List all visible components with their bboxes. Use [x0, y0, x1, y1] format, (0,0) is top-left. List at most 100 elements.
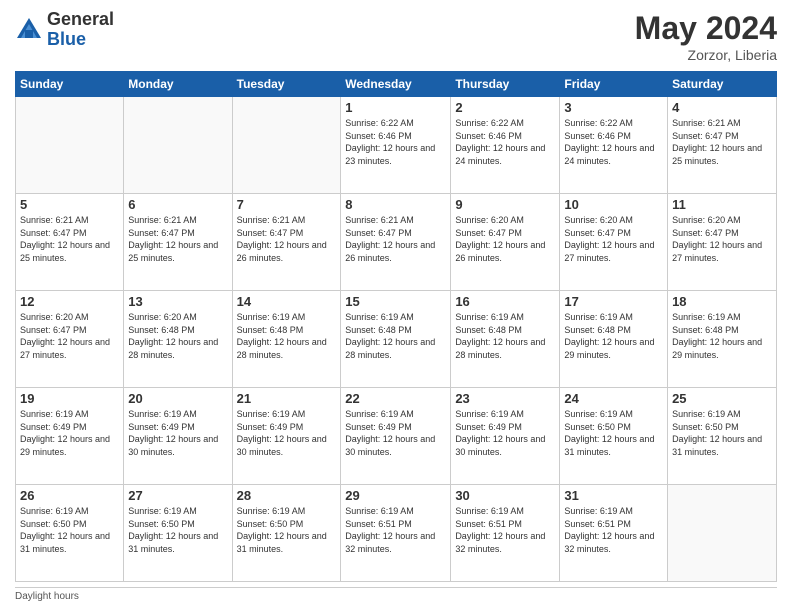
day-number: 28: [237, 488, 337, 503]
calendar-day-cell: 19 Sunrise: 6:19 AM Sunset: 6:49 PM Dayli…: [16, 388, 124, 485]
calendar-week-row: 26Sunrise: 6:19 AM Sunset: 6:50 PM Dayli…: [16, 485, 777, 582]
day-number: 20: [128, 391, 227, 406]
day-number: 6: [128, 197, 227, 212]
month-year-title: May 2024: [635, 10, 777, 47]
day-info: Sunrise: 6:19 AM Sunset: 6:51 PM Dayligh…: [564, 505, 663, 555]
day-info: Sunrise: 6:20 AM Sunset: 6:47 PM Dayligh…: [564, 214, 663, 264]
calendar-day-cell: 5 Sunrise: 6:21 AM Sunset: 6:47 PM Daylig…: [16, 194, 124, 291]
day-info: Sunrise: 6:21 AM Sunset: 6:47 PM Dayligh…: [672, 117, 772, 167]
calendar-day-cell: 17Sunrise: 6:19 AM Sunset: 6:48 PM Dayli…: [560, 291, 668, 388]
day-number: 16: [455, 294, 555, 309]
day-info: Sunrise: 6:19 AM Sunset: 6:51 PM Dayligh…: [345, 505, 446, 555]
calendar-day-cell: 3 Sunrise: 6:22 AM Sunset: 6:46 PM Daylig…: [560, 97, 668, 194]
calendar-week-row: 19 Sunrise: 6:19 AM Sunset: 6:49 PM Dayli…: [16, 388, 777, 485]
calendar-day-cell: 14 Sunrise: 6:19 AM Sunset: 6:48 PM Dayli…: [232, 291, 341, 388]
calendar-day-cell: 25 Sunrise: 6:19 AM Sunset: 6:50 PM Dayli…: [668, 388, 777, 485]
logo: General Blue: [15, 10, 114, 50]
calendar-day-header: Friday: [560, 72, 668, 97]
calendar-day-cell: 13 Sunrise: 6:20 AM Sunset: 6:48 PM Dayli…: [124, 291, 232, 388]
day-info: Sunrise: 6:19 AM Sunset: 6:48 PM Dayligh…: [455, 311, 555, 361]
calendar-day-cell: [124, 97, 232, 194]
day-info: Sunrise: 6:19 AM Sunset: 6:48 PM Dayligh…: [237, 311, 337, 361]
day-number: 13: [128, 294, 227, 309]
page: General Blue May 2024 Zorzor, Liberia Su…: [0, 0, 792, 612]
day-number: 7: [237, 197, 337, 212]
day-number: 2: [455, 100, 555, 115]
calendar-day-header: Sunday: [16, 72, 124, 97]
day-info: Sunrise: 6:19 AM Sunset: 6:50 PM Dayligh…: [564, 408, 663, 458]
day-number: 14: [237, 294, 337, 309]
day-info: Sunrise: 6:20 AM Sunset: 6:47 PM Dayligh…: [672, 214, 772, 264]
calendar-day-header: Tuesday: [232, 72, 341, 97]
calendar-day-cell: 4 Sunrise: 6:21 AM Sunset: 6:47 PM Daylig…: [668, 97, 777, 194]
footer: Daylight hours: [15, 587, 777, 602]
day-info: Sunrise: 6:19 AM Sunset: 6:49 PM Dayligh…: [237, 408, 337, 458]
calendar-table: SundayMondayTuesdayWednesdayThursdayFrid…: [15, 71, 777, 582]
day-info: Sunrise: 6:21 AM Sunset: 6:47 PM Dayligh…: [237, 214, 337, 264]
calendar-week-row: 5 Sunrise: 6:21 AM Sunset: 6:47 PM Daylig…: [16, 194, 777, 291]
calendar-day-header: Saturday: [668, 72, 777, 97]
day-number: 23: [455, 391, 555, 406]
logo-blue-text: Blue: [47, 30, 114, 50]
title-block: May 2024 Zorzor, Liberia: [635, 10, 777, 63]
header: General Blue May 2024 Zorzor, Liberia: [15, 10, 777, 63]
calendar-day-cell: 8 Sunrise: 6:21 AM Sunset: 6:47 PM Daylig…: [341, 194, 451, 291]
calendar-day-cell: 12 Sunrise: 6:20 AM Sunset: 6:47 PM Dayli…: [16, 291, 124, 388]
calendar-day-cell: 31Sunrise: 6:19 AM Sunset: 6:51 PM Dayli…: [560, 485, 668, 582]
day-number: 1: [345, 100, 446, 115]
day-info: Sunrise: 6:21 AM Sunset: 6:47 PM Dayligh…: [345, 214, 446, 264]
day-number: 12: [20, 294, 119, 309]
calendar-day-cell: 2 Sunrise: 6:22 AM Sunset: 6:46 PM Daylig…: [451, 97, 560, 194]
calendar-day-cell: 23Sunrise: 6:19 AM Sunset: 6:49 PM Dayli…: [451, 388, 560, 485]
day-info: Sunrise: 6:19 AM Sunset: 6:50 PM Dayligh…: [237, 505, 337, 555]
day-info: Sunrise: 6:19 AM Sunset: 6:49 PM Dayligh…: [128, 408, 227, 458]
day-info: Sunrise: 6:21 AM Sunset: 6:47 PM Dayligh…: [20, 214, 119, 264]
calendar-day-header: Monday: [124, 72, 232, 97]
day-number: 15: [345, 294, 446, 309]
calendar-week-row: 1 Sunrise: 6:22 AM Sunset: 6:46 PM Daylig…: [16, 97, 777, 194]
calendar-day-cell: 15Sunrise: 6:19 AM Sunset: 6:48 PM Dayli…: [341, 291, 451, 388]
day-number: 27: [128, 488, 227, 503]
day-info: Sunrise: 6:19 AM Sunset: 6:49 PM Dayligh…: [345, 408, 446, 458]
day-number: 29: [345, 488, 446, 503]
calendar-day-cell: 26Sunrise: 6:19 AM Sunset: 6:50 PM Dayli…: [16, 485, 124, 582]
calendar-day-cell: 6 Sunrise: 6:21 AM Sunset: 6:47 PM Daylig…: [124, 194, 232, 291]
calendar-day-header: Thursday: [451, 72, 560, 97]
day-number: 5: [20, 197, 119, 212]
day-info: Sunrise: 6:19 AM Sunset: 6:50 PM Dayligh…: [20, 505, 119, 555]
calendar-day-cell: [16, 97, 124, 194]
calendar-day-cell: 20 Sunrise: 6:19 AM Sunset: 6:49 PM Dayli…: [124, 388, 232, 485]
day-number: 10: [564, 197, 663, 212]
logo-text: General Blue: [47, 10, 114, 50]
calendar-day-cell: 11 Sunrise: 6:20 AM Sunset: 6:47 PM Dayli…: [668, 194, 777, 291]
calendar-header-row: SundayMondayTuesdayWednesdayThursdayFrid…: [16, 72, 777, 97]
calendar-day-cell: 24Sunrise: 6:19 AM Sunset: 6:50 PM Dayli…: [560, 388, 668, 485]
logo-general-text: General: [47, 10, 114, 30]
calendar-day-cell: 9Sunrise: 6:20 AM Sunset: 6:47 PM Daylig…: [451, 194, 560, 291]
day-info: Sunrise: 6:22 AM Sunset: 6:46 PM Dayligh…: [345, 117, 446, 167]
calendar-day-cell: [668, 485, 777, 582]
calendar-day-cell: 1 Sunrise: 6:22 AM Sunset: 6:46 PM Daylig…: [341, 97, 451, 194]
day-info: Sunrise: 6:19 AM Sunset: 6:50 PM Dayligh…: [672, 408, 772, 458]
day-info: Sunrise: 6:22 AM Sunset: 6:46 PM Dayligh…: [564, 117, 663, 167]
calendar-day-cell: 21Sunrise: 6:19 AM Sunset: 6:49 PM Dayli…: [232, 388, 341, 485]
calendar-week-row: 12 Sunrise: 6:20 AM Sunset: 6:47 PM Dayli…: [16, 291, 777, 388]
day-number: 18: [672, 294, 772, 309]
day-number: 19: [20, 391, 119, 406]
day-number: 25: [672, 391, 772, 406]
day-info: Sunrise: 6:19 AM Sunset: 6:50 PM Dayligh…: [128, 505, 227, 555]
day-info: Sunrise: 6:21 AM Sunset: 6:47 PM Dayligh…: [128, 214, 227, 264]
day-number: 8: [345, 197, 446, 212]
day-number: 4: [672, 100, 772, 115]
day-info: Sunrise: 6:19 AM Sunset: 6:48 PM Dayligh…: [564, 311, 663, 361]
logo-icon: [15, 16, 43, 44]
day-info: Sunrise: 6:22 AM Sunset: 6:46 PM Dayligh…: [455, 117, 555, 167]
day-info: Sunrise: 6:19 AM Sunset: 6:49 PM Dayligh…: [20, 408, 119, 458]
calendar-day-cell: 22Sunrise: 6:19 AM Sunset: 6:49 PM Dayli…: [341, 388, 451, 485]
day-number: 3: [564, 100, 663, 115]
calendar-day-cell: 10 Sunrise: 6:20 AM Sunset: 6:47 PM Dayli…: [560, 194, 668, 291]
day-info: Sunrise: 6:20 AM Sunset: 6:47 PM Dayligh…: [20, 311, 119, 361]
day-info: Sunrise: 6:20 AM Sunset: 6:48 PM Dayligh…: [128, 311, 227, 361]
day-number: 11: [672, 197, 772, 212]
calendar-day-header: Wednesday: [341, 72, 451, 97]
